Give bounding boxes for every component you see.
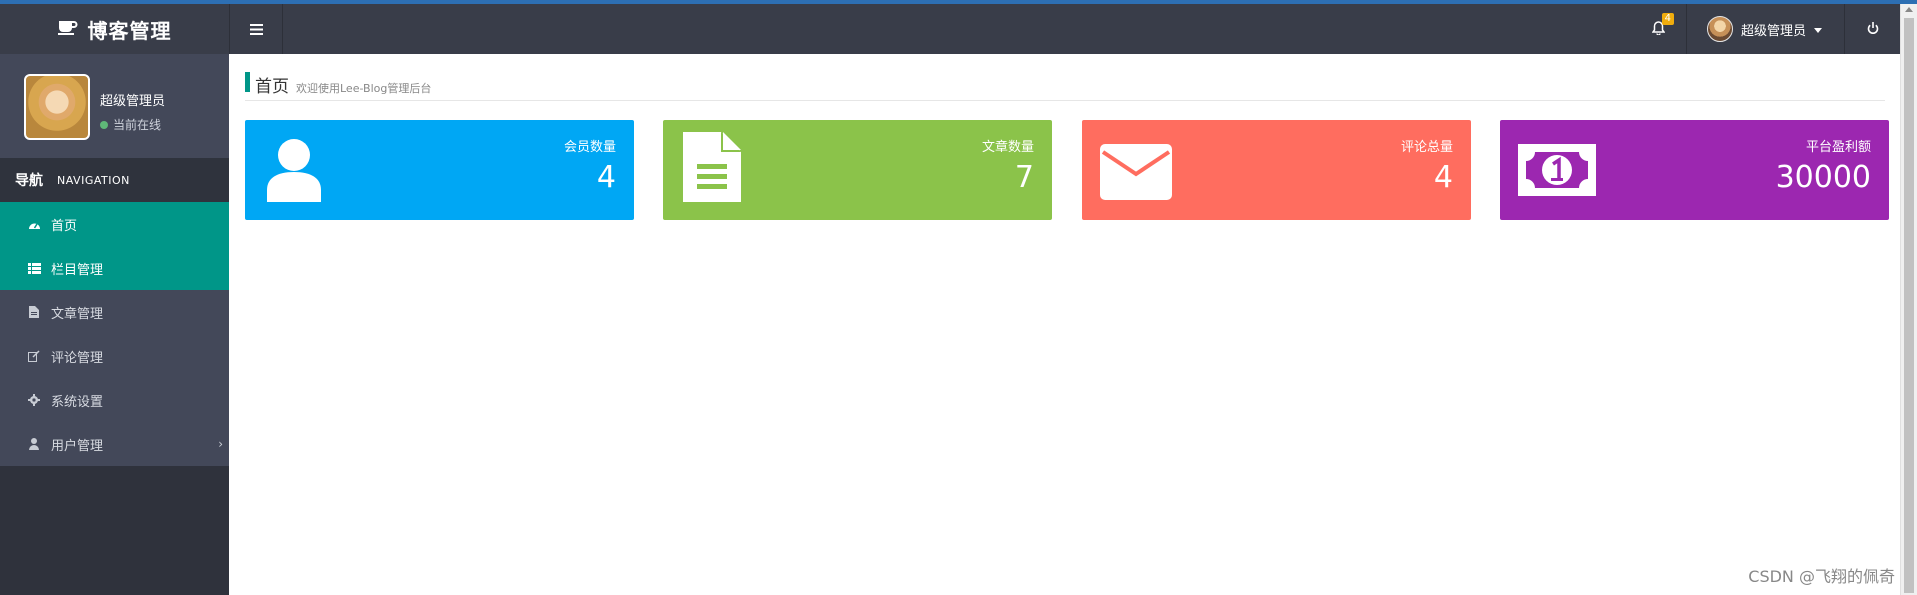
user-name: 超级管理员 — [1740, 23, 1806, 39]
nav-heading-cn: 导航 — [15, 173, 43, 189]
stat-label: 文章数量 — [981, 140, 1034, 155]
chevron-right-icon: › — [218, 437, 223, 451]
page-subtitle: 欢迎使用Lee-Blog管理后台 — [296, 82, 432, 95]
page-title: 首页 — [255, 77, 289, 97]
vertical-scrollbar[interactable] — [1900, 4, 1917, 595]
stat-cards: 会员数量 4 文章数量 7 评论总量 4 平台盈利额 30000 — [245, 120, 1889, 220]
stat-label: 会员数量 — [563, 140, 616, 155]
page-header: 首页 欢迎使用Lee-Blog管理后台 — [245, 72, 1885, 101]
notifications-button[interactable]: 4 — [1628, 4, 1686, 54]
nav-list: 首页 栏目管理 文章管理 评论管理 系统设置 用户管理 › — [0, 202, 229, 466]
brand[interactable]: 博客管理 — [0, 4, 230, 54]
brand-title: 博客管理 — [87, 18, 172, 43]
document-icon — [681, 132, 743, 202]
file-icon — [27, 305, 41, 319]
sidebar-item-label: 评论管理 — [51, 350, 104, 366]
stat-value: 7 — [1014, 160, 1034, 195]
profile-status-text: 当前在线 — [113, 118, 162, 132]
gear-icon — [27, 393, 41, 407]
sidebar-item-label: 文章管理 — [51, 306, 104, 322]
stat-value: 4 — [596, 160, 616, 195]
coffee-cup-icon — [57, 19, 78, 39]
user-menu[interactable]: 超级管理员 — [1685, 4, 1844, 54]
caret-down-icon — [1814, 22, 1822, 37]
sidebar: 超级管理员 当前在线 导航 NAVIGATION 首页 栏目管理 文章管理 评论… — [0, 54, 229, 595]
sidebar-item-columns[interactable]: 栏目管理 — [0, 246, 229, 290]
sidebar-item-label: 系统设置 — [51, 394, 104, 410]
user-icon — [263, 138, 325, 202]
sidebar-item-label: 栏目管理 — [51, 262, 104, 278]
profile-status: 当前在线 — [100, 116, 161, 133]
sidebar-item-comments[interactable]: 评论管理 — [0, 334, 229, 378]
profile-avatar[interactable] — [24, 74, 90, 140]
menu-toggle-button[interactable] — [230, 4, 283, 54]
stat-value: 4 — [1433, 160, 1453, 195]
sidebar-item-settings[interactable]: 系统设置 — [0, 378, 229, 422]
nav-heading-en: NAVIGATION — [57, 173, 130, 187]
dashboard-icon — [27, 217, 41, 231]
title-accent-bar — [245, 72, 250, 92]
user-icon — [27, 437, 41, 451]
stat-card-revenue[interactable]: 平台盈利额 30000 — [1500, 120, 1889, 220]
notification-badge: 4 — [1661, 13, 1674, 25]
scroll-up-arrow-icon[interactable] — [1905, 7, 1913, 12]
watermark: CSDN @飞翔的佩奇 — [1748, 567, 1895, 586]
list-icon — [27, 261, 41, 275]
stat-value: 30000 — [1775, 160, 1871, 195]
sidebar-item-label: 用户管理 — [51, 438, 104, 454]
power-icon — [1867, 20, 1879, 39]
online-dot-icon — [100, 120, 108, 129]
main-content: 首页 欢迎使用Lee-Blog管理后台 会员数量 4 文章数量 7 评论总量 4 — [229, 54, 1900, 595]
logout-button[interactable] — [1844, 4, 1900, 54]
profile-name: 超级管理员 — [100, 94, 166, 109]
avatar — [1706, 16, 1733, 42]
scrollbar-thumb[interactable] — [1904, 18, 1914, 593]
sidebar-item-users[interactable]: 用户管理 › — [0, 422, 229, 466]
top-header: 博客管理 4 超级管理员 — [0, 4, 1900, 54]
hamburger-icon — [249, 20, 263, 39]
sidebar-item-home[interactable]: 首页 — [0, 202, 229, 246]
sidebar-item-label: 首页 — [51, 218, 78, 234]
nav-heading: 导航 NAVIGATION — [0, 158, 229, 202]
stat-label: 平台盈利额 — [1805, 140, 1871, 155]
edit-icon — [27, 349, 41, 363]
sidebar-item-articles[interactable]: 文章管理 — [0, 290, 229, 334]
stat-card-articles[interactable]: 文章数量 7 — [663, 120, 1052, 220]
stat-label: 评论总量 — [1400, 140, 1453, 155]
stat-card-members[interactable]: 会员数量 4 — [245, 120, 634, 220]
stat-card-comments[interactable]: 评论总量 4 — [1082, 120, 1471, 220]
money-icon — [1518, 144, 1596, 196]
profile-panel: 超级管理员 当前在线 — [0, 54, 229, 158]
envelope-icon — [1100, 144, 1172, 200]
